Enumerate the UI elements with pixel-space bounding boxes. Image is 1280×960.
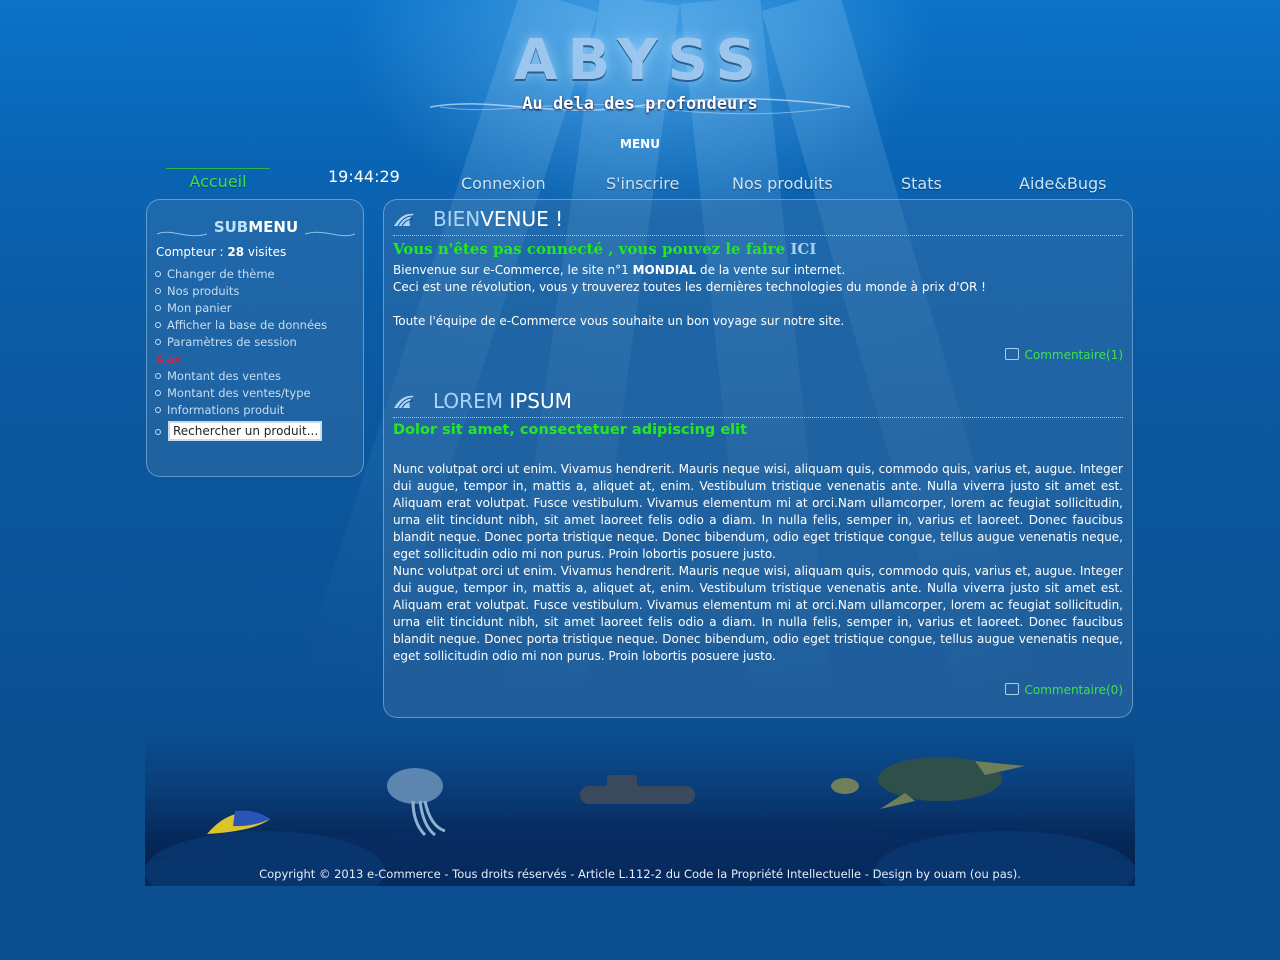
shell-icon [394, 213, 414, 227]
bullet-icon [155, 429, 161, 435]
nav-nos-produits[interactable]: Nos produits [732, 174, 833, 193]
submenu-item-changer-theme[interactable]: Changer de thème [155, 266, 327, 283]
site-tagline: Au dela des profondeurs [522, 94, 758, 114]
site-logo: ABYSS [514, 28, 766, 93]
nav-sinscrire[interactable]: S'inscrire [606, 174, 679, 193]
turtle-icon [831, 757, 1025, 809]
submenu-item-afficher-bdd[interactable]: Afficher la base de données [155, 317, 327, 334]
bullet-icon [155, 322, 161, 328]
bullet-icon [155, 390, 161, 396]
welcome-title: BIENVENUE ! [433, 207, 564, 231]
lorem-subtitle: Dolor sit amet, consectetuer adipiscing … [393, 422, 748, 438]
counter-unit: visites [247, 245, 287, 259]
footer-copyright: Copyright © 2013 e-Commerce - Tous droit… [259, 867, 1021, 881]
squid-icon [387, 768, 446, 837]
login-notice: Vous n'êtes pas connecté , vous pouvez l… [393, 240, 817, 258]
submenu-list: Changer de thème Nos produits Mon panier… [155, 266, 327, 419]
welcome-text: Bienvenue sur e-Commerce, le site n°1 MO… [393, 263, 986, 328]
divider [393, 235, 1123, 236]
nav-aide-bugs[interactable]: Aide&Bugs [1019, 174, 1106, 193]
lorem-title: LOREM IPSUM [433, 389, 572, 413]
nav-stats[interactable]: Stats [901, 174, 942, 193]
lorem-paragraph: Nunc volutpat orci ut enim. Vivamus hend… [393, 564, 1123, 663]
menu-title: MENU [620, 137, 660, 151]
divider [393, 417, 1123, 418]
login-link[interactable]: ICI [790, 240, 816, 258]
main-content: BIENVENUE ! Vous n'êtes pas connecté , v… [383, 199, 1133, 718]
bullet-icon [155, 373, 161, 379]
submenu-item-montant-ventes-type[interactable]: Montant des ventes/type [155, 385, 327, 402]
submenu-ornament [157, 231, 355, 237]
comment-icon [1005, 348, 1020, 360]
submenu-panel: SUBMENU Compteur : 28 visites Changer de… [146, 199, 364, 477]
product-search-input[interactable] [168, 421, 322, 441]
submenu-item-montant-ventes[interactable]: Montant des ventes [155, 368, 327, 385]
bullet-icon [155, 339, 161, 345]
comment-icon [1005, 683, 1020, 695]
submenu-ajax-label: Ajax [156, 352, 181, 366]
visit-counter: Compteur : 28 visites [156, 245, 286, 259]
submenu-item-informations-produit[interactable]: Informations produit [155, 402, 327, 419]
submarine-icon [580, 775, 695, 804]
footer: Copyright © 2013 e-Commerce - Tous droit… [145, 731, 1135, 886]
nav-connexion[interactable]: Connexion [461, 174, 546, 193]
lorem-paragraph: Nunc volutpat orci ut enim. Vivamus hend… [393, 462, 1123, 561]
nav-accueil[interactable]: Accueil [166, 168, 270, 191]
counter-label: Compteur : [156, 245, 224, 259]
submenu-item-parametres-session[interactable]: Paramètres de session [155, 334, 327, 351]
shell-icon [394, 395, 414, 409]
bullet-icon [155, 305, 161, 311]
bullet-icon [155, 407, 161, 413]
bullet-icon [155, 288, 161, 294]
fish-icon [207, 810, 270, 834]
counter-value: 28 [227, 245, 245, 259]
comment-link-welcome[interactable]: Commentaire(1) [1005, 347, 1123, 362]
submenu-item-nos-produits[interactable]: Nos produits [155, 283, 327, 300]
bullet-icon [155, 271, 161, 277]
comment-link-lorem[interactable]: Commentaire(0) [1005, 682, 1123, 697]
submenu-item-mon-panier[interactable]: Mon panier [155, 300, 327, 317]
clock: 19:44:29 [328, 167, 400, 186]
footer-seafloor-illustration [145, 757, 1135, 886]
